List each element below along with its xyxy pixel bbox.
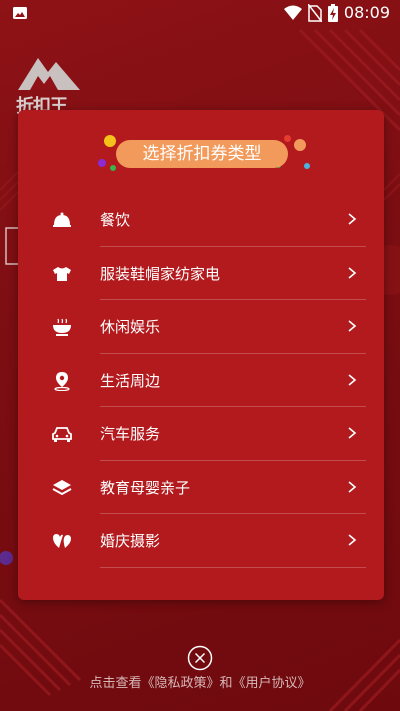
category-item-dining[interactable]: 餐饮 bbox=[18, 193, 384, 247]
layers-icon bbox=[52, 479, 72, 495]
location-pin-icon bbox=[54, 371, 70, 391]
wifi-icon bbox=[283, 5, 302, 20]
chevron-right-icon bbox=[348, 320, 357, 332]
category-label: 服装鞋帽家纺家电 bbox=[100, 264, 221, 283]
divider bbox=[100, 566, 366, 568]
category-item-life-nearby[interactable]: 生活周边 bbox=[18, 354, 384, 407]
status-time: 08:09 bbox=[343, 3, 390, 22]
category-label: 休闲娱乐 bbox=[100, 318, 161, 336]
battery-charging-icon bbox=[327, 3, 338, 22]
chevron-right-icon bbox=[348, 534, 357, 546]
chevron-right-icon bbox=[348, 213, 357, 225]
close-icon[interactable] bbox=[187, 645, 213, 671]
chevron-right-icon bbox=[348, 373, 357, 386]
no-sim-icon bbox=[307, 3, 322, 22]
category-label: 餐饮 bbox=[100, 211, 131, 229]
car-icon bbox=[52, 427, 72, 442]
chevron-right-icon bbox=[348, 427, 357, 439]
category-label: 生活周边 bbox=[100, 371, 161, 390]
status-bar: 08:09 bbox=[0, 0, 400, 26]
chevron-right-icon bbox=[348, 266, 357, 279]
coupon-type-dialog: 选择折扣券类型 餐饮 服装鞋帽家纺家电 休闲娱乐 生活周边 汽车服务 教育母婴亲… bbox=[18, 110, 384, 600]
chevron-right-icon bbox=[348, 480, 357, 493]
category-label: 汽车服务 bbox=[100, 425, 161, 443]
category-label: 婚庆摄影 bbox=[100, 532, 161, 550]
tshirt-icon bbox=[53, 266, 71, 281]
category-item-car-service[interactable]: 汽车服务 bbox=[18, 407, 384, 461]
dialog-header: 选择折扣券类型 bbox=[98, 135, 310, 173]
category-list: 餐饮 服装鞋帽家纺家电 休闲娱乐 生活周边 汽车服务 教育母婴亲子 婚庆摄影 bbox=[18, 193, 384, 568]
dialog-title: 选择折扣券类型 bbox=[116, 140, 288, 168]
double-heart-icon bbox=[53, 534, 71, 548]
category-item-wedding-photo[interactable]: 婚庆摄影 bbox=[18, 514, 384, 568]
category-item-clothing[interactable]: 服装鞋帽家纺家电 bbox=[18, 247, 384, 300]
category-item-education[interactable]: 教育母婴亲子 bbox=[18, 461, 384, 514]
image-icon bbox=[13, 7, 27, 19]
category-item-leisure[interactable]: 休闲娱乐 bbox=[18, 300, 384, 354]
bowl-icon bbox=[53, 318, 71, 336]
privacy-agreement-link[interactable]: 点击查看《隐私政策》和《用户协议》 bbox=[0, 672, 400, 691]
category-label: 教育母婴亲子 bbox=[100, 478, 191, 497]
dining-cloche-icon bbox=[53, 212, 71, 227]
